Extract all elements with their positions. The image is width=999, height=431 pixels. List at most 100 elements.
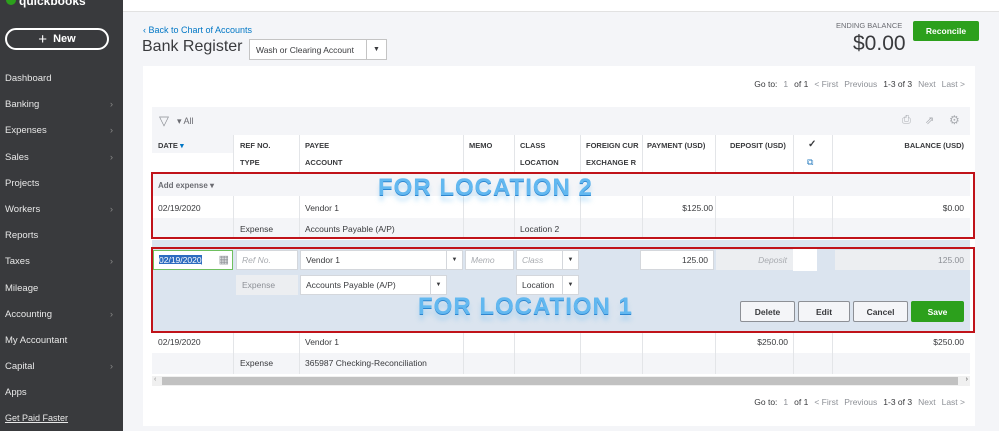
page-of: of 1 xyxy=(794,397,809,407)
annotation-location-2: FOR LOCATION 2 xyxy=(378,174,593,201)
column-class: CLASS xyxy=(520,141,546,150)
account-select-value: Wash or Clearing Account xyxy=(256,44,354,55)
column-divider xyxy=(793,332,794,374)
column-divider xyxy=(793,135,794,172)
first-page-link[interactable]: < First xyxy=(814,79,838,89)
reconcile-button[interactable]: Reconcile xyxy=(913,21,979,41)
column-divider xyxy=(832,332,833,374)
sidebar-item-workers[interactable]: Workers › xyxy=(5,204,113,215)
pagination-bottom: Go to: 1 of 1 < First Previous 1-3 of 3 … xyxy=(754,397,965,407)
sidebar: quickbooks + New Dashboard Banking › Expense… xyxy=(0,0,123,431)
column-divider xyxy=(514,135,515,172)
filter-icon[interactable]: ▽ xyxy=(159,113,169,129)
column-divider xyxy=(463,135,464,172)
sidebar-item-label: Capital xyxy=(5,361,35,373)
next-page-link[interactable]: Next xyxy=(918,397,935,407)
sidebar-item-label: Projects xyxy=(5,177,40,189)
chevron-down-icon: ▼ xyxy=(366,40,386,59)
sidebar-item-label: Dashboard xyxy=(5,73,52,84)
sidebar-item-projects[interactable]: Projects xyxy=(5,178,113,189)
sidebar-item-mileage[interactable]: Mileage xyxy=(5,283,113,294)
chevron-right-icon: › xyxy=(109,151,113,163)
scroll-left-icon[interactable]: ‹ xyxy=(154,376,156,383)
column-type: TYPE xyxy=(240,158,260,167)
new-button[interactable]: + New xyxy=(5,28,109,50)
chevron-right-icon: › xyxy=(109,308,113,320)
horizontal-scrollbar[interactable]: ‹ › xyxy=(152,376,970,386)
sidebar-item-my-accountant[interactable]: My Accountant xyxy=(5,335,113,346)
column-account: ACCOUNT xyxy=(305,158,343,167)
chevron-right-icon: › xyxy=(109,256,113,268)
row-type: Expense xyxy=(240,358,274,368)
print-icon[interactable]: ⎙ xyxy=(902,114,911,127)
column-ref: REF NO. xyxy=(240,141,271,150)
row-balance: $250.00 xyxy=(933,337,964,347)
gear-icon[interactable]: ⚙ xyxy=(949,113,960,127)
row-account: 365987 Checking-Reconciliation xyxy=(305,358,427,368)
sidebar-item-label: Workers xyxy=(5,204,41,215)
row-payee: Vendor 1 xyxy=(305,337,340,347)
column-date[interactable]: DATE ▾ xyxy=(158,141,184,150)
copy-icon[interactable]: ⧉ xyxy=(807,157,813,168)
back-link-text: Back to Chart of Accounts xyxy=(148,25,253,35)
page-input[interactable]: 1 xyxy=(783,79,788,89)
get-paid-faster-link[interactable]: Get Paid Faster xyxy=(5,413,68,423)
sidebar-item-dashboard[interactable]: Dashboard xyxy=(5,73,113,84)
last-page-link[interactable]: Last > xyxy=(942,397,965,407)
sidebar-item-sales[interactable]: Sales › xyxy=(5,152,113,163)
column-divider xyxy=(642,332,643,374)
page-range: 1-3 of 3 xyxy=(883,79,913,89)
quickbooks-logo[interactable]: quickbooks xyxy=(6,0,86,8)
column-payee: PAYEE xyxy=(305,141,330,150)
page-title: Bank Register xyxy=(142,38,243,55)
sidebar-item-label: Reports xyxy=(5,230,39,242)
scroll-right-icon[interactable]: › xyxy=(966,376,968,383)
column-memo: MEMO xyxy=(469,141,493,150)
sidebar-item-apps[interactable]: Apps xyxy=(5,387,113,398)
row-deposit: $250.00 xyxy=(757,337,788,347)
column-divider xyxy=(463,332,464,374)
page-input[interactable]: 1 xyxy=(783,397,788,407)
goto-label: Go to: xyxy=(754,79,778,89)
sidebar-item-label: Banking xyxy=(5,99,40,111)
page-range: 1-3 of 3 xyxy=(883,397,913,407)
ending-balance-value: $0.00 xyxy=(853,32,906,55)
back-to-chart-of-accounts-link[interactable]: ‹ Back to Chart of Accounts xyxy=(143,25,252,35)
sidebar-item-label: Mileage xyxy=(5,282,39,294)
new-label: New xyxy=(53,33,76,45)
column-divider xyxy=(580,135,581,172)
previous-page-link[interactable]: Previous xyxy=(844,79,877,89)
sidebar-item-label: Sales xyxy=(5,151,29,163)
sidebar-item-expenses[interactable]: Expenses › xyxy=(5,125,113,136)
chevron-right-icon: › xyxy=(109,125,113,137)
chevron-right-icon: › xyxy=(109,99,113,111)
chevron-right-icon: › xyxy=(109,204,113,215)
last-page-link[interactable]: Last > xyxy=(942,79,965,89)
filter-dropdown[interactable]: ▾ All xyxy=(177,116,194,127)
sidebar-item-reports[interactable]: Reports xyxy=(5,230,113,241)
column-divider xyxy=(233,135,234,172)
sidebar-item-capital[interactable]: Capital › xyxy=(5,361,113,372)
annotation-location-1: FOR LOCATION 1 xyxy=(418,293,633,320)
column-payment: PAYMENT (USD) xyxy=(647,141,706,150)
table-row[interactable]: 02/19/2020 Vendor 1 $250.00 $250.00 xyxy=(152,332,970,353)
row-date: 02/19/2020 xyxy=(158,337,201,347)
next-page-link[interactable]: Next xyxy=(918,79,935,89)
column-location: LOCATION xyxy=(520,158,559,167)
sidebar-item-banking[interactable]: Banking › xyxy=(5,99,113,110)
first-page-link[interactable]: < First xyxy=(814,397,838,407)
sidebar-item-accounting[interactable]: Accounting › xyxy=(5,309,113,320)
sidebar-item-taxes[interactable]: Taxes › xyxy=(5,256,113,267)
scrollbar-thumb[interactable] xyxy=(162,377,958,385)
page-of: of 1 xyxy=(794,79,809,89)
table-row-detail[interactable]: Expense 365987 Checking-Reconciliation xyxy=(152,353,970,374)
account-select[interactable]: Wash or Clearing Account ▼ xyxy=(249,39,387,60)
column-divider xyxy=(642,135,643,172)
chevron-right-icon: › xyxy=(109,361,113,373)
register-toolbar: ▽ ▾ All ⎙ ⇗ ⚙ xyxy=(152,107,970,135)
goto-label: Go to: xyxy=(754,397,778,407)
column-divider xyxy=(715,332,716,374)
previous-page-link[interactable]: Previous xyxy=(844,397,877,407)
export-icon[interactable]: ⇗ xyxy=(925,114,934,127)
column-exchange-rate: EXCHANGE R xyxy=(586,158,637,167)
